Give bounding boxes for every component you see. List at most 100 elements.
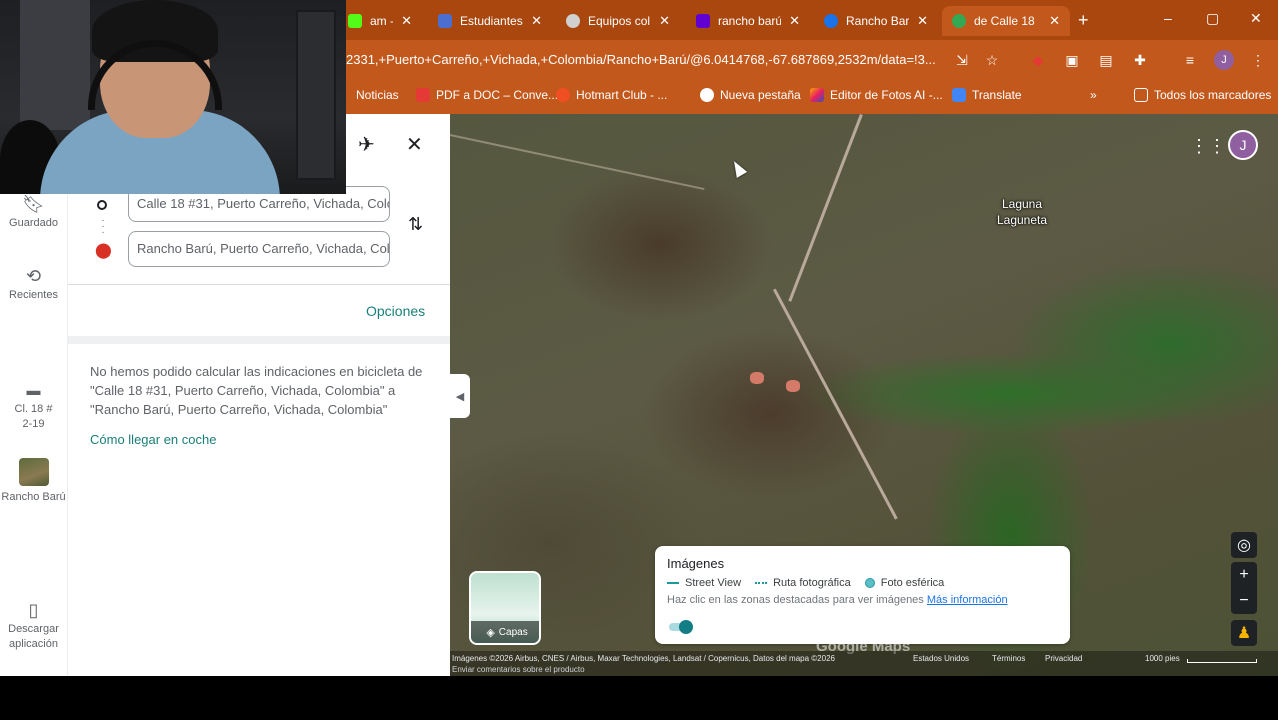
tab-kick[interactable]: am - Kic ✕	[338, 6, 422, 36]
legend-label: Street View	[685, 577, 742, 589]
install-app-icon[interactable]: ⇲	[952, 50, 972, 70]
map-attribution: Imágenes ©2026 Airbus, CNES / Airbus, Ma…	[452, 654, 835, 663]
scale-label[interactable]: 1000 pies	[1145, 654, 1180, 663]
extension-icon[interactable]: ▤	[1096, 50, 1116, 70]
collapse-panel-button[interactable]: ◀	[450, 374, 470, 418]
privacy-link[interactable]: Privacidad	[1045, 654, 1082, 663]
bookmark-star-icon[interactable]: ☆	[982, 50, 1002, 70]
country-link[interactable]: Estados Unidos	[913, 654, 969, 663]
profile-avatar[interactable]: J	[1214, 50, 1234, 70]
toggle-knob	[679, 620, 693, 634]
bookmark-item[interactable]: Translate	[952, 84, 1022, 106]
bookmark-label: PDF a DOC – Conve...	[436, 88, 559, 102]
new-tab-button[interactable]: +	[1078, 10, 1089, 31]
bookmark-item[interactable]: PDF a DOC – Conve...	[416, 84, 558, 106]
history-icon: ⟲	[25, 266, 42, 286]
options-button[interactable]: Opciones	[366, 303, 425, 319]
tab-label: Equipos col	[588, 14, 651, 28]
imagery-legend: Street View Ruta fotográfica Foto esféri…	[667, 577, 944, 589]
layers-icon: ◈	[486, 626, 495, 639]
close-tab-icon[interactable]: ✕	[789, 13, 800, 29]
rail-recent[interactable]: ⟲ Recientes	[0, 266, 67, 303]
error-message: No hemos podido calcular las indicacione…	[90, 364, 423, 417]
puzzle-icon[interactable]: ✚	[1130, 50, 1150, 70]
zoom-in-button[interactable]: +	[1231, 562, 1257, 588]
extension-icon[interactable]: ▣	[1062, 50, 1082, 70]
swap-icon[interactable]: ⇅	[408, 214, 423, 235]
hotmart-icon	[556, 88, 570, 102]
legend-label: Foto esférica	[880, 577, 945, 589]
background-shelf	[296, 10, 336, 180]
tab-maps-active[interactable]: de Calle 18 ✕	[942, 6, 1070, 36]
menu-kebab-icon[interactable]: ⋮	[1248, 50, 1268, 70]
bookmark-item[interactable]: Editor de Fotos AI -...	[810, 84, 943, 106]
maximize-button[interactable]: ▢	[1206, 10, 1219, 27]
bookmark-label: Editor de Fotos AI -...	[830, 88, 943, 102]
bookmark-item[interactable]: Hotmart Club - ...	[556, 84, 667, 106]
tab-estudiantes[interactable]: Estudiantes ✕	[428, 6, 552, 36]
zoom-out-button[interactable]: −	[1231, 588, 1257, 614]
map-feature	[750, 372, 764, 384]
legend-photo-route: Ruta fotográfica	[755, 577, 851, 589]
flight-mode-icon[interactable]: ✈	[358, 132, 375, 157]
imagery-toggle[interactable]	[669, 620, 693, 634]
map-footer: Imágenes ©2026 Airbus, CNES / Airbus, Ma…	[450, 651, 1278, 676]
rail-rancho-baru[interactable]: Rancho Barú	[0, 458, 67, 505]
minimize-button[interactable]: –	[1164, 10, 1172, 26]
letterbox-bar	[0, 676, 1278, 720]
divider	[68, 284, 451, 285]
map-place-label[interactable]: Laguna Laguneta	[982, 196, 1062, 228]
account-avatar[interactable]: J	[1228, 130, 1258, 160]
tab-label: Estudiantes	[460, 14, 523, 28]
rail-recent-place[interactable]: ▬ Cl. 18 # 2-19	[0, 380, 67, 432]
legend-label: Ruta fotográfica	[773, 577, 851, 589]
imagery-title: Imágenes	[667, 556, 725, 571]
terms-link[interactable]: Términos	[992, 654, 1025, 663]
pegman-icon[interactable]: ♟	[1231, 620, 1257, 646]
bookmark-item[interactable]: Noticias	[356, 84, 399, 106]
close-window-button[interactable]: ✕	[1250, 10, 1262, 27]
layers-label: Capas	[498, 626, 528, 638]
address-bar[interactable]: 2331,+Puerto+Carreño,+Vichada,+Colombia/…	[346, 46, 1010, 74]
tab-rancho-baru[interactable]: Rancho Barú ✕	[814, 6, 938, 36]
extension-shield-icon[interactable]: ◆	[1028, 50, 1048, 70]
bookmark-item[interactable]: Nueva pestaña	[700, 84, 801, 106]
rail-saved[interactable]: 🔖︎ Guardado	[0, 194, 67, 231]
close-tab-icon[interactable]: ✕	[401, 13, 412, 29]
tab-label: am - Kic	[370, 14, 393, 28]
feedback-link[interactable]: Enviar comentarios sobre el producto	[452, 665, 585, 674]
tab-equipos[interactable]: Equipos col ✕	[556, 6, 680, 36]
directions-panel: ✈ ✕ · · · ⬤ Calle 18 #31, Puerto Carreño, …	[67, 114, 451, 676]
hint-text: Haz clic en las zonas destacadas para ve…	[667, 594, 924, 606]
destination-pin-icon: ⬤	[95, 242, 112, 259]
solid-line-icon	[667, 582, 679, 585]
close-tab-icon[interactable]: ✕	[917, 13, 928, 29]
tab-label: rancho barú	[718, 14, 782, 28]
close-tab-icon[interactable]: ✕	[531, 13, 542, 29]
route-dots-icon: · · ·	[101, 215, 105, 238]
rail-download-app[interactable]: ▯ Descargar aplicación	[0, 600, 67, 652]
bookmark-label: Hotmart Club - ...	[576, 88, 668, 102]
scale-bar	[1187, 659, 1257, 663]
folder-icon	[1134, 88, 1148, 102]
tab-rancho-baru-search[interactable]: rancho barú ✕	[686, 6, 810, 36]
all-bookmarks-button[interactable]: Todos los marcadores	[1134, 84, 1271, 106]
media-icon[interactable]: ≡	[1180, 50, 1200, 70]
close-tab-icon[interactable]: ✕	[1049, 13, 1060, 29]
satellite-map[interactable]: Laguna Laguneta ⋮⋮⋮ J ◈ Capas Imágenes S…	[450, 114, 1278, 676]
destination-input[interactable]: Rancho Barú, Puerto Carreño, Vichada, Co…	[128, 231, 390, 267]
tab-label: Rancho Barú	[846, 14, 910, 28]
more-info-link[interactable]: Más información	[927, 594, 1008, 606]
map-road	[773, 288, 898, 520]
close-tab-icon[interactable]: ✕	[659, 13, 670, 29]
rail-label: Cl. 18 # 2-19	[14, 403, 53, 430]
close-directions-icon[interactable]: ✕	[406, 132, 423, 157]
bookmarks-overflow-button[interactable]: »	[1090, 84, 1097, 106]
mouse-cursor	[728, 158, 748, 178]
layers-button[interactable]: ◈ Capas	[469, 571, 541, 645]
map-feature	[786, 380, 800, 392]
my-location-button[interactable]: ◎	[1231, 532, 1257, 558]
drive-directions-link[interactable]: Cómo llegar en coche	[90, 432, 216, 447]
webcam-overlay	[0, 0, 346, 194]
phone-icon: ▯	[28, 600, 39, 620]
